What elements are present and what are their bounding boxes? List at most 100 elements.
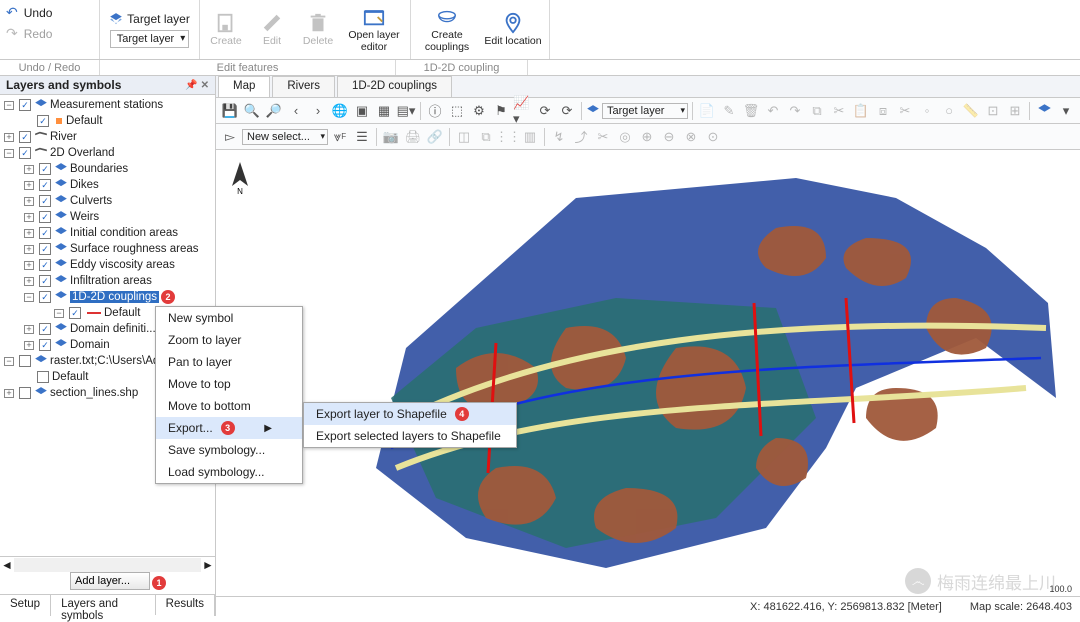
layer-editor-icon: [363, 6, 385, 28]
pin-icon[interactable]: 📌 ✕: [185, 80, 209, 91]
tree-culverts[interactable]: +Culverts: [0, 193, 215, 209]
domain-shape: [256, 168, 1066, 588]
tb-node2-icon[interactable]: ○: [939, 101, 959, 121]
add-layer-button[interactable]: Add layer...: [70, 572, 150, 590]
tb-merge-icon[interactable]: ⧈: [873, 101, 893, 121]
tb-legend-icon[interactable]: ▤▾: [396, 101, 416, 121]
create-icon: [215, 12, 237, 34]
tab-results[interactable]: Results: [156, 595, 215, 616]
tb-rl-icon[interactable]: ⊙: [703, 127, 723, 147]
tb-editfeat-icon[interactable]: ✎: [719, 101, 739, 121]
tb-split-icon[interactable]: ✂: [895, 101, 915, 121]
mi-save-symbology[interactable]: Save symbology...: [156, 439, 302, 461]
sidebar-hscroll[interactable]: ◄►: [0, 556, 215, 572]
mi-zoom-layer[interactable]: Zoom to layer: [156, 329, 302, 351]
edit-location-button[interactable]: Edit location: [481, 2, 545, 57]
redo-button[interactable]: ↷ Redo: [6, 25, 93, 42]
tb-zoomout-icon[interactable]: 🔎: [264, 101, 284, 121]
tb-zoomin-icon[interactable]: 🔍: [242, 101, 262, 121]
open-layer-editor-button[interactable]: Open layer editor: [342, 2, 406, 57]
tree-couplings[interactable]: −1D-2D couplings2: [0, 289, 215, 305]
tab-layers[interactable]: Layers and symbols: [51, 594, 156, 615]
tree-roughness[interactable]: +Surface roughness areas: [0, 241, 215, 257]
map-tab-rivers[interactable]: Rivers: [272, 76, 335, 97]
tb-save-icon[interactable]: 💾: [220, 101, 240, 121]
location-icon: [502, 12, 524, 34]
tb-print-icon[interactable]: 🖨: [403, 127, 423, 147]
mi-move-bottom[interactable]: Move to bottom: [156, 395, 302, 417]
tb-select-icon[interactable]: ⬚: [447, 101, 467, 121]
tb-paste-icon[interactable]: 📋: [851, 101, 871, 121]
undo-button[interactable]: ↶ Undo: [6, 4, 93, 21]
tb-cut-icon[interactable]: ✂: [829, 101, 849, 121]
tb-extent-icon[interactable]: ▣: [352, 101, 372, 121]
tree-dikes[interactable]: +Dikes: [0, 177, 215, 193]
mi-export-selected-shapefile[interactable]: Export selected layers to Shapefile: [304, 425, 516, 447]
tb-cam-icon[interactable]: 📷: [381, 127, 401, 147]
tb-next-icon[interactable]: ›: [308, 101, 328, 121]
tree-overland[interactable]: −2D Overland: [0, 145, 215, 161]
tab-setup[interactable]: Setup: [0, 595, 51, 616]
tb-rc-icon[interactable]: ⋮⋮: [498, 127, 518, 147]
tb-redo2-icon[interactable]: ↷: [785, 101, 805, 121]
tb-ra-icon[interactable]: ◫: [454, 127, 474, 147]
tree-boundaries[interactable]: +Boundaries: [0, 161, 215, 177]
tb-re-icon[interactable]: ↯: [549, 127, 569, 147]
tb-rg-icon[interactable]: ✂: [593, 127, 613, 147]
tb-stack-icon[interactable]: ☰: [352, 127, 372, 147]
mi-export-shapefile[interactable]: Export layer to Shapefile 4: [304, 403, 516, 425]
mi-new-symbol[interactable]: New symbol: [156, 307, 302, 329]
tree-weirs[interactable]: +Weirs: [0, 209, 215, 225]
tb-rk-icon[interactable]: ⊗: [681, 127, 701, 147]
delete-button[interactable]: Delete: [296, 2, 340, 57]
tree-measurement-def[interactable]: Default: [0, 113, 215, 129]
map-target-layer-select[interactable]: Target layer: [602, 103, 688, 119]
tb-chart-icon[interactable]: 📈▾: [513, 101, 533, 121]
tb-filter-icon[interactable]: ⩔F: [330, 127, 350, 147]
mi-load-symbology[interactable]: Load symbology...: [156, 461, 302, 483]
tb-delfeat-icon[interactable]: 🗑: [741, 101, 761, 121]
mi-pan-layer[interactable]: Pan to layer: [156, 351, 302, 373]
tb-snap2-icon[interactable]: ⊞: [1005, 101, 1025, 121]
tb-refresh-icon[interactable]: ⟳: [535, 101, 555, 121]
tree-eddy[interactable]: +Eddy viscosity areas: [0, 257, 215, 273]
tree-river[interactable]: +River: [0, 129, 215, 145]
tb-ruler-icon[interactable]: 📏: [961, 101, 981, 121]
create-button[interactable]: Create: [204, 2, 248, 57]
tb-rj-icon[interactable]: ⊖: [659, 127, 679, 147]
tb-info-icon[interactable]: ⓘ: [425, 101, 445, 121]
tb-share-icon[interactable]: 🔗: [425, 127, 445, 147]
tree-measurement[interactable]: −Measurement stations: [0, 97, 215, 113]
tb-cursor-icon[interactable]: ▻: [220, 127, 240, 147]
map-tab-coup[interactable]: 1D-2D couplings: [337, 76, 452, 97]
tb-gear-icon[interactable]: ⚙: [469, 101, 489, 121]
tb-flag-icon[interactable]: ⚑: [491, 101, 511, 121]
map-canvas[interactable]: N: [216, 150, 1080, 596]
tb-rb-icon[interactable]: ⧉: [476, 127, 496, 147]
tb-rh-icon[interactable]: ◎: [615, 127, 635, 147]
tb-globe-icon[interactable]: 🌐: [330, 101, 350, 121]
tb-node-icon[interactable]: ◦: [917, 101, 937, 121]
tb-rd-icon[interactable]: ▥: [520, 127, 540, 147]
edit-button[interactable]: Edit: [250, 2, 294, 57]
target-layer-select[interactable]: Target layer: [110, 30, 189, 48]
mi-export[interactable]: Export... 3 ▶: [156, 417, 302, 439]
tb-undo2-icon[interactable]: ↶: [763, 101, 783, 121]
context-menu-layer: New symbol Zoom to layer Pan to layer Mo…: [155, 306, 303, 484]
tb-copy-icon[interactable]: ⧉: [807, 101, 827, 121]
map-tab-map[interactable]: Map: [218, 76, 270, 97]
tb-layersview-icon[interactable]: [1034, 101, 1054, 121]
tree-infiltration[interactable]: +Infiltration areas: [0, 273, 215, 289]
mi-move-top[interactable]: Move to top: [156, 373, 302, 395]
create-couplings-button[interactable]: Create couplings: [415, 2, 479, 57]
tb-prev-icon[interactable]: ‹: [286, 101, 306, 121]
tb-ri-icon[interactable]: ⊕: [637, 127, 657, 147]
tb-layersview-dd[interactable]: ▾: [1056, 101, 1076, 121]
new-select[interactable]: New select...: [242, 129, 328, 145]
tree-initial[interactable]: +Initial condition areas: [0, 225, 215, 241]
tb-grid-icon[interactable]: ▦: [374, 101, 394, 121]
tb-newfeat-icon[interactable]: 📄: [697, 101, 717, 121]
tb-snap-icon[interactable]: ⊡: [983, 101, 1003, 121]
tb-rf-icon[interactable]: ⤴: [571, 127, 591, 147]
tb-refresh2-icon[interactable]: ⟳: [557, 101, 577, 121]
